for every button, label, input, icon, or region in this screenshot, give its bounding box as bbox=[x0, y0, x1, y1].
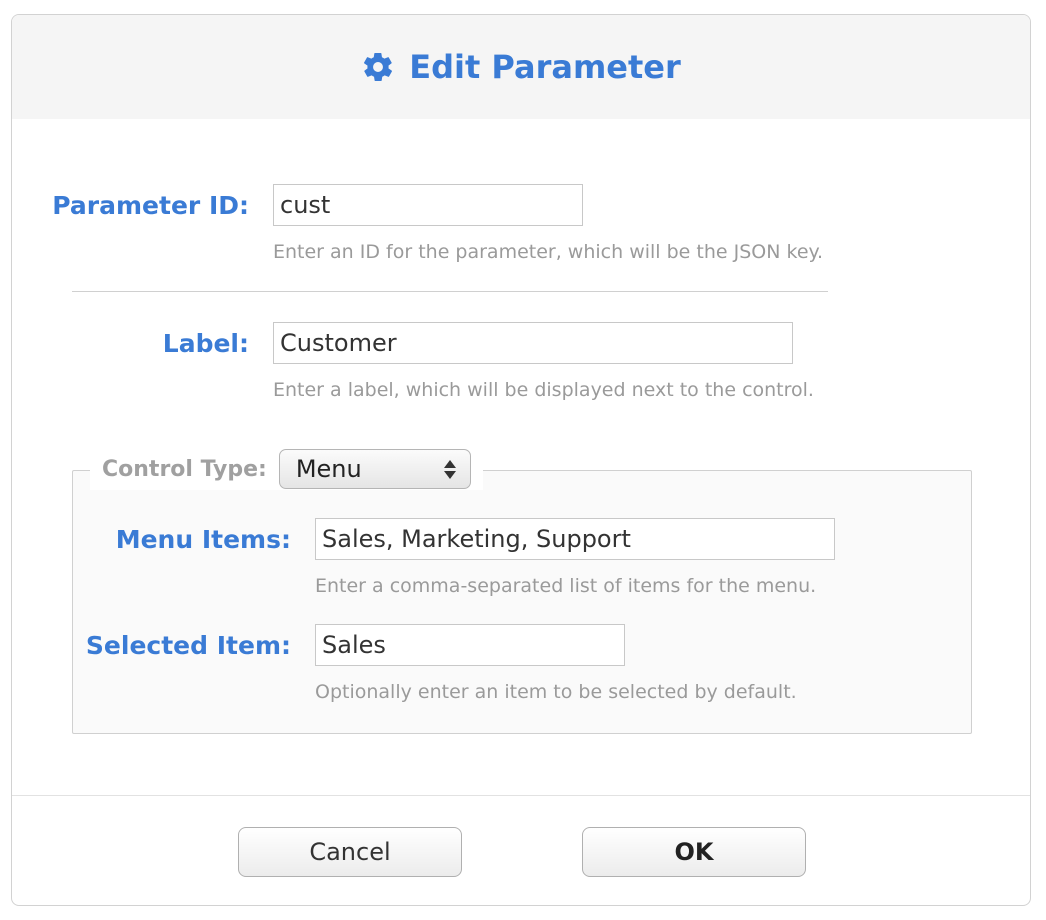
control-type-select[interactable]: Menu bbox=[278, 449, 471, 489]
divider bbox=[72, 291, 828, 292]
footer-divider bbox=[12, 795, 1030, 796]
menu-items-input[interactable] bbox=[315, 518, 835, 560]
parameter-id-help: Enter an ID for the parameter, which wil… bbox=[273, 241, 824, 263]
edit-parameter-dialog: Edit Parameter Parameter ID: Enter an ID… bbox=[11, 14, 1031, 906]
menu-items-help: Enter a comma-separated list of items fo… bbox=[315, 575, 817, 597]
label-input[interactable] bbox=[273, 322, 793, 364]
label-help: Enter a label, which will be displayed n… bbox=[273, 379, 814, 401]
dialog-title: Edit Parameter bbox=[361, 48, 681, 86]
selected-item-label: Selected Item: bbox=[85, 631, 291, 660]
control-type-label: Control Type: bbox=[102, 456, 267, 482]
ok-button[interactable]: OK bbox=[582, 827, 806, 877]
selected-item-help: Optionally enter an item to be selected … bbox=[315, 681, 797, 703]
dialog-header: Edit Parameter bbox=[12, 15, 1030, 119]
selected-item-input[interactable] bbox=[315, 624, 625, 666]
control-type-legend: Control Type: Menu bbox=[90, 448, 483, 490]
gear-icon bbox=[361, 50, 395, 84]
parameter-id-input[interactable] bbox=[273, 184, 583, 226]
menu-items-label: Menu Items: bbox=[115, 525, 291, 554]
control-type-selected-value: Menu bbox=[295, 455, 362, 483]
select-arrows-icon bbox=[443, 459, 456, 479]
label-field-label: Label: bbox=[162, 329, 249, 358]
parameter-id-label: Parameter ID: bbox=[52, 191, 249, 220]
dialog-title-text: Edit Parameter bbox=[409, 48, 681, 86]
cancel-button[interactable]: Cancel bbox=[238, 827, 462, 877]
